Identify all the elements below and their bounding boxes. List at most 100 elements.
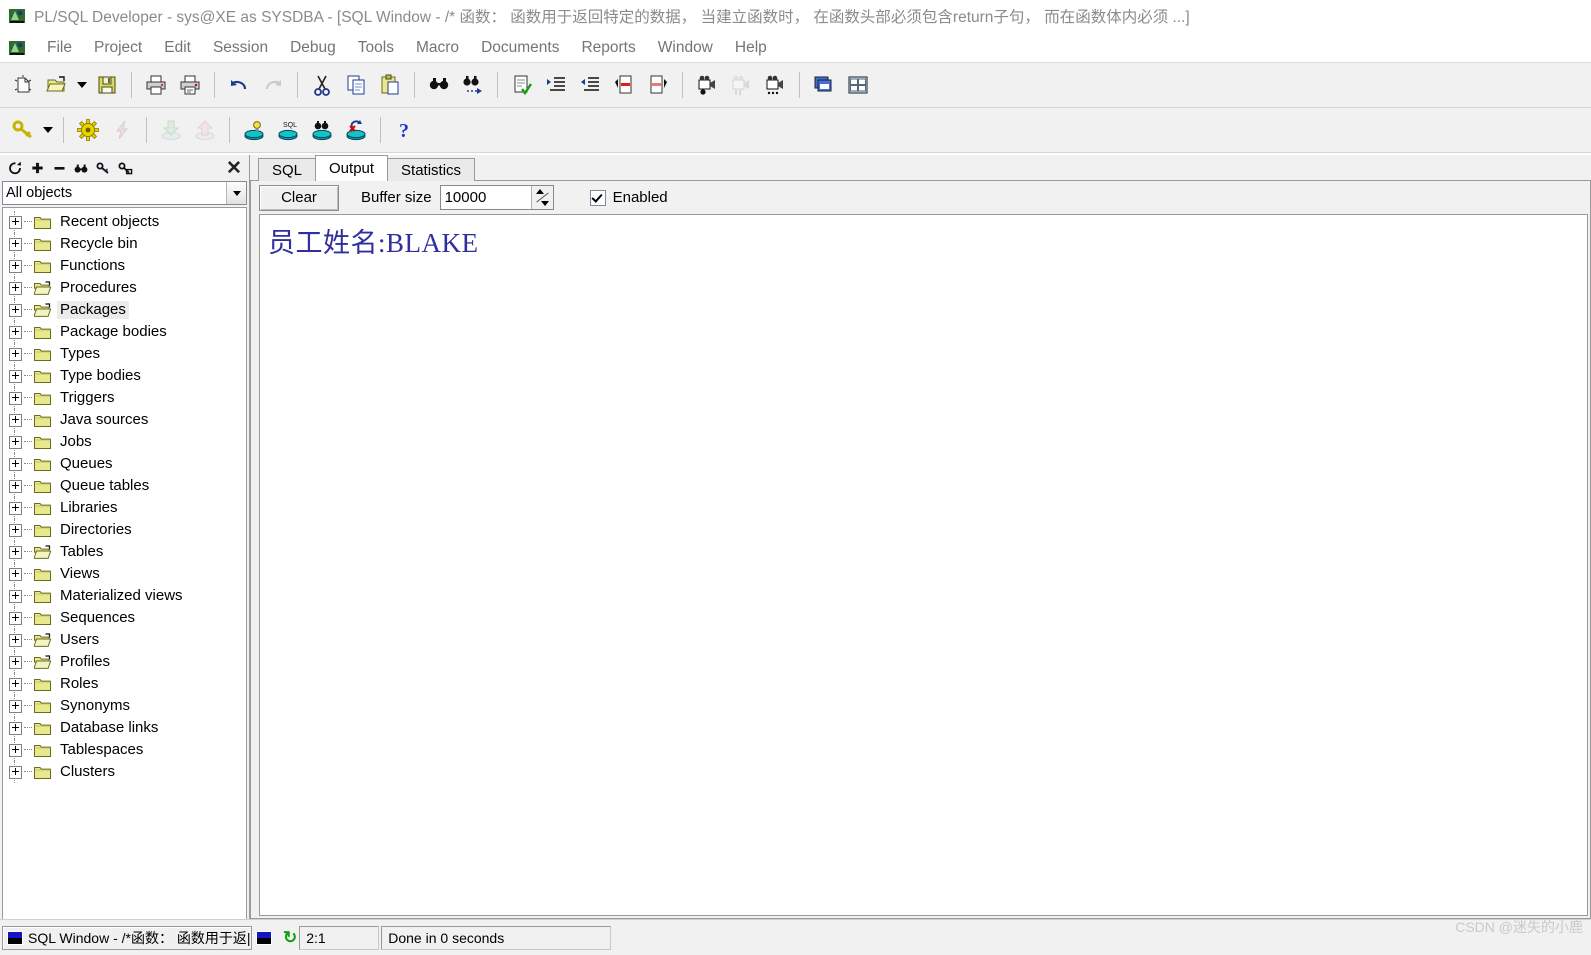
tree-item-database-links[interactable]: Database links bbox=[3, 717, 246, 739]
copy-icon[interactable] bbox=[339, 68, 373, 102]
expand-plus-icon[interactable] bbox=[9, 721, 22, 735]
expand-plus-icon[interactable] bbox=[9, 281, 22, 295]
menu-project[interactable]: Project bbox=[83, 37, 153, 59]
chevron-down-icon[interactable] bbox=[226, 182, 246, 204]
expand-plus-icon[interactable] bbox=[9, 633, 22, 647]
tree-item-materialized-views[interactable]: Materialized views bbox=[3, 585, 246, 607]
syntax-check-icon[interactable] bbox=[505, 68, 539, 102]
expand-plus-icon[interactable] bbox=[9, 523, 22, 537]
macro-record-icon[interactable] bbox=[690, 68, 724, 102]
expand-plus-icon[interactable] bbox=[9, 413, 22, 427]
sql-session-icon[interactable]: SQL bbox=[271, 113, 305, 147]
tree-item-views[interactable]: Views bbox=[3, 563, 246, 585]
tab-output[interactable]: Output bbox=[315, 155, 389, 181]
expand-plus-icon[interactable] bbox=[9, 545, 22, 559]
menu-reports[interactable]: Reports bbox=[570, 37, 646, 59]
tree-item-directories[interactable]: Directories bbox=[3, 519, 246, 541]
expand-plus-icon[interactable] bbox=[9, 347, 22, 361]
tree-item-jobs[interactable]: Jobs bbox=[3, 431, 246, 453]
tree-item-users[interactable]: Users bbox=[3, 629, 246, 651]
uncomment-icon[interactable] bbox=[641, 68, 675, 102]
tree-item-packages[interactable]: Packages bbox=[3, 299, 246, 321]
open-dropdown-arrow[interactable] bbox=[74, 68, 90, 102]
window-tile-icon[interactable] bbox=[841, 68, 875, 102]
expand-plus-icon[interactable] bbox=[9, 765, 22, 779]
tree-item-roles[interactable]: Roles bbox=[3, 673, 246, 695]
tree-item-libraries[interactable]: Libraries bbox=[3, 497, 246, 519]
print-preview-icon[interactable] bbox=[173, 68, 207, 102]
menu-macro[interactable]: Macro bbox=[405, 37, 470, 59]
spinner-arrows-icon[interactable] bbox=[530, 186, 553, 209]
expand-plus-icon[interactable] bbox=[9, 611, 22, 625]
expand-plus-icon[interactable] bbox=[9, 325, 22, 339]
expand-plus-icon[interactable] bbox=[9, 303, 22, 317]
enabled-checkbox[interactable]: Enabled bbox=[589, 189, 668, 206]
expand-plus-icon[interactable] bbox=[9, 479, 22, 493]
new-icon[interactable] bbox=[6, 68, 40, 102]
menu-edit[interactable]: Edit bbox=[153, 37, 202, 59]
close-icon[interactable]: ✕ bbox=[223, 157, 245, 179]
expand-plus-icon[interactable] bbox=[9, 567, 22, 581]
macro-list-icon[interactable] bbox=[758, 68, 792, 102]
tree-item-recent-objects[interactable]: Recent objects bbox=[3, 211, 246, 233]
expand-plus-icon[interactable] bbox=[9, 391, 22, 405]
collapse-all-icon[interactable] bbox=[48, 157, 70, 179]
expand-plus-icon[interactable] bbox=[9, 369, 22, 383]
expand-plus-icon[interactable] bbox=[9, 677, 22, 691]
expand-plus-icon[interactable] bbox=[9, 215, 22, 229]
expand-plus-icon[interactable] bbox=[9, 589, 22, 603]
buffer-size-input[interactable] bbox=[440, 186, 531, 209]
output-text-area[interactable]: 员工姓名:BLAKE bbox=[259, 214, 1588, 916]
expand-plus-icon[interactable] bbox=[9, 259, 22, 273]
open-icon[interactable] bbox=[40, 68, 74, 102]
refresh-icon[interactable] bbox=[4, 157, 26, 179]
help-icon[interactable]: ? bbox=[388, 113, 422, 147]
tree-item-tables[interactable]: Tables bbox=[3, 541, 246, 563]
cut-icon[interactable] bbox=[305, 68, 339, 102]
find-object-icon[interactable] bbox=[70, 157, 92, 179]
menu-tools[interactable]: Tools bbox=[347, 37, 405, 59]
save-icon[interactable] bbox=[90, 68, 124, 102]
expand-plus-icon[interactable] bbox=[9, 655, 22, 669]
comment-icon[interactable] bbox=[607, 68, 641, 102]
menu-window[interactable]: Window bbox=[647, 37, 724, 59]
object-filter-dropdown[interactable]: All objects bbox=[2, 181, 247, 205]
tree-item-queues[interactable]: Queues bbox=[3, 453, 246, 475]
session-window-icon[interactable] bbox=[256, 930, 272, 945]
document-system-icon[interactable] bbox=[8, 39, 26, 57]
expand-all-icon[interactable] bbox=[26, 157, 48, 179]
window-cascade-icon[interactable] bbox=[807, 68, 841, 102]
tree-item-recycle-bin[interactable]: Recycle bin bbox=[3, 233, 246, 255]
execute-gear-icon[interactable] bbox=[71, 113, 105, 147]
tree-item-triggers[interactable]: Triggers bbox=[3, 387, 246, 409]
buffer-size-stepper[interactable] bbox=[439, 185, 554, 210]
tree-item-sequences[interactable]: Sequences bbox=[3, 607, 246, 629]
menu-documents[interactable]: Documents bbox=[470, 37, 570, 59]
tree-item-clusters[interactable]: Clusters bbox=[3, 761, 246, 783]
tab-statistics[interactable]: Statistics bbox=[387, 158, 476, 181]
expand-plus-icon[interactable] bbox=[9, 457, 22, 471]
tree-item-java-sources[interactable]: Java sources bbox=[3, 409, 246, 431]
tree-item-tablespaces[interactable]: Tablespaces bbox=[3, 739, 246, 761]
tree-item-synonyms[interactable]: Synonyms bbox=[3, 695, 246, 717]
logon-dropdown-arrow[interactable] bbox=[40, 113, 56, 147]
tree-item-package-bodies[interactable]: Package bodies bbox=[3, 321, 246, 343]
menu-session[interactable]: Session bbox=[202, 37, 279, 59]
expand-plus-icon[interactable] bbox=[9, 743, 22, 757]
find-next-icon[interactable] bbox=[456, 68, 490, 102]
logon-key-icon[interactable] bbox=[6, 113, 40, 147]
filter-icon[interactable] bbox=[92, 157, 114, 179]
filter-options-icon[interactable] bbox=[114, 157, 136, 179]
tree-item-types[interactable]: Types bbox=[3, 343, 246, 365]
expand-plus-icon[interactable] bbox=[9, 501, 22, 515]
menu-debug[interactable]: Debug bbox=[279, 37, 347, 59]
paste-icon[interactable] bbox=[373, 68, 407, 102]
tab-sql[interactable]: SQL bbox=[258, 158, 317, 181]
outdent-icon[interactable] bbox=[573, 68, 607, 102]
indent-icon[interactable] bbox=[539, 68, 573, 102]
menu-file[interactable]: File bbox=[36, 37, 83, 59]
tree-item-type-bodies[interactable]: Type bodies bbox=[3, 365, 246, 387]
checkbox-check-icon[interactable] bbox=[589, 189, 606, 206]
session-refresh-icon[interactable]: ↻ bbox=[283, 929, 297, 946]
expand-plus-icon[interactable] bbox=[9, 237, 22, 251]
